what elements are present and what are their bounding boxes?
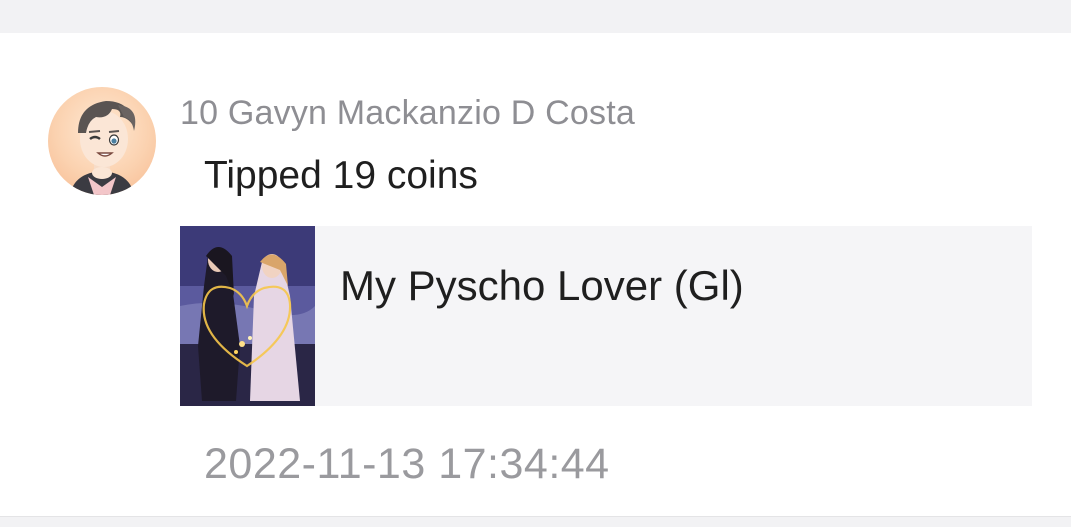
username-label[interactable]: 10 Gavyn Mackanzio D Costa (180, 94, 635, 133)
cartoon-avatar-icon (70, 101, 136, 195)
book-title[interactable]: My Pyscho Lover (Gl) (340, 262, 744, 310)
bottom-divider-band (0, 516, 1071, 527)
tip-timestamp: 2022-11-13 17:34:44 (204, 440, 610, 488)
book-cover-art (180, 226, 315, 406)
tip-record-page: 10 Gavyn Mackanzio D Costa Tipped 19 coi… (0, 0, 1071, 527)
tip-message: Tipped 19 coins (204, 154, 478, 197)
top-divider-band (0, 0, 1071, 33)
book-card[interactable]: My Pyscho Lover (Gl) (180, 226, 1032, 406)
book-cover-image[interactable] (180, 226, 315, 406)
user-avatar[interactable] (48, 87, 156, 195)
